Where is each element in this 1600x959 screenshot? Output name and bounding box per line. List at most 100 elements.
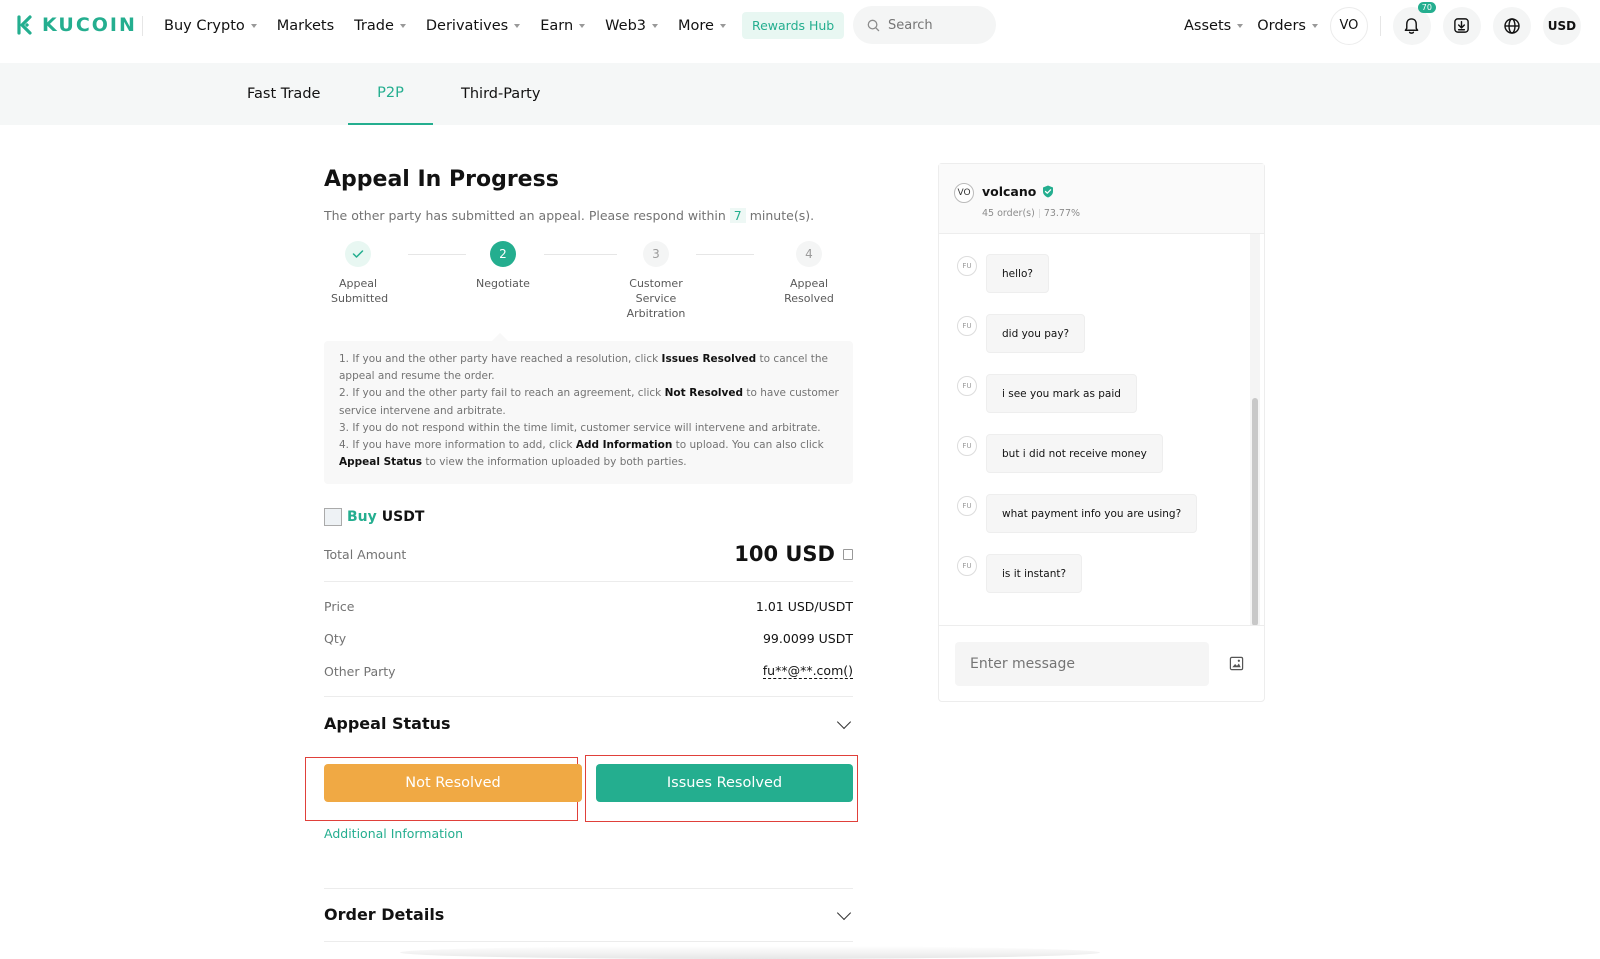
sender-avatar: FU bbox=[957, 256, 977, 276]
search-icon bbox=[867, 19, 880, 31]
search-box[interactable] bbox=[853, 6, 996, 44]
nav-label: Web3 bbox=[605, 17, 646, 34]
chat-message: FU but i did not receive money bbox=[957, 434, 1163, 473]
step-connector bbox=[544, 254, 617, 255]
order-side-heading: Buy USDT bbox=[324, 508, 424, 526]
top-navigation: KUCOIN Buy Crypto Markets Trade Derivati… bbox=[0, 0, 1600, 51]
nav-markets[interactable]: Markets bbox=[277, 18, 334, 34]
divider bbox=[324, 696, 853, 697]
tab-p2p[interactable]: P2P bbox=[348, 63, 433, 125]
nav-earn[interactable]: Earn bbox=[540, 17, 586, 34]
countdown-minutes: 7 bbox=[729, 208, 746, 223]
user-avatar-button[interactable]: VO bbox=[1329, 6, 1368, 45]
download-icon bbox=[1454, 18, 1470, 33]
order-details-toggle[interactable]: Order Details bbox=[324, 905, 853, 929]
qty-label: Qty bbox=[324, 630, 347, 646]
other-party-label: Other Party bbox=[324, 663, 396, 679]
step-label: Customer Service Arbitration bbox=[626, 277, 686, 320]
logo-text: KUCOIN bbox=[42, 14, 137, 36]
message-bubble: what payment info you are using? bbox=[986, 494, 1198, 533]
qty-row: Qty 99.0099 USDT bbox=[324, 628, 853, 648]
nav-assets[interactable]: Assets bbox=[1184, 17, 1244, 34]
section-title: Appeal Status bbox=[324, 714, 451, 733]
sender-avatar: FU bbox=[957, 496, 977, 516]
chat-header: VO volcano 45 order(s) 73.77% bbox=[939, 164, 1264, 234]
notifications-button[interactable]: 70 bbox=[1392, 1, 1436, 45]
chat-panel: VO volcano 45 order(s) 73.77% FU hello? F… bbox=[938, 163, 1265, 702]
tab-fast-trade[interactable]: Fast Trade bbox=[247, 63, 320, 125]
appeal-status-toggle[interactable]: Appeal Status bbox=[324, 714, 853, 738]
globe-icon bbox=[1504, 17, 1520, 34]
price-label: Price bbox=[324, 598, 355, 614]
notification-count-badge: 70 bbox=[1417, 1, 1436, 13]
price-value: 1.01 USD/USDT bbox=[755, 598, 853, 614]
message-bubble: did you pay? bbox=[986, 314, 1086, 353]
step-label: Appeal Resolved bbox=[784, 277, 834, 305]
nav-trade[interactable]: Trade bbox=[354, 18, 406, 34]
order-side: Buy bbox=[347, 509, 377, 525]
sender-avatar: FU bbox=[957, 556, 977, 576]
copy-icon[interactable] bbox=[843, 548, 853, 560]
bell-icon bbox=[1405, 17, 1419, 34]
message-input[interactable] bbox=[955, 642, 1209, 686]
nav-orders[interactable]: Orders bbox=[1257, 18, 1318, 34]
step-number: 2 bbox=[490, 241, 516, 267]
step-appeal-resolved: 4 Appeal Resolved bbox=[764, 241, 854, 306]
nav-buy-crypto[interactable]: Buy Crypto bbox=[164, 18, 257, 34]
completion-rate: 73.77% bbox=[1043, 208, 1081, 219]
issues-resolved-button[interactable]: Issues Resolved bbox=[596, 764, 853, 802]
instruction-4: 4. If you have more information to add, … bbox=[339, 437, 839, 471]
rewards-hub-button[interactable]: Rewards Hub bbox=[741, 12, 845, 39]
search-input[interactable] bbox=[888, 17, 978, 33]
pointer-arrow bbox=[492, 333, 508, 341]
caret-down-icon bbox=[652, 23, 658, 28]
nav-label: Earn bbox=[540, 17, 574, 34]
subtitle-text: minute(s). bbox=[749, 208, 815, 223]
instruction-keyword: Not Resolved bbox=[664, 387, 744, 400]
chat-message: FU what payment info you are using? bbox=[957, 494, 1198, 533]
nav-label: Assets bbox=[1184, 17, 1232, 34]
appeal-instructions: 1. If you and the other party have reach… bbox=[324, 333, 853, 484]
order-count: 45 order(s) bbox=[982, 208, 1035, 219]
chat-message: FU i see you mark as paid bbox=[957, 374, 1137, 413]
instruction-text: 1. If you and the other party have reach… bbox=[339, 353, 662, 365]
chat-message: FU hello? bbox=[957, 254, 1049, 293]
caret-down-icon bbox=[579, 23, 586, 28]
divider bbox=[324, 941, 853, 942]
message-list[interactable]: FU hello? FU did you pay? FU i see you m… bbox=[939, 234, 1264, 625]
caret-down-icon bbox=[399, 23, 406, 28]
chat-message: FU did you pay? bbox=[957, 314, 1086, 353]
instruction-2: 2. If you and the other party fail to re… bbox=[339, 385, 839, 419]
other-party-value[interactable]: fu**@**.com() bbox=[762, 663, 853, 679]
appeal-stepper: Appeal Submitted 2 Negotiate 3 Customer … bbox=[324, 241, 853, 331]
additional-information-link[interactable]: Additional Information bbox=[324, 826, 463, 841]
total-amount-label: Total Amount bbox=[324, 546, 407, 562]
nav-more[interactable]: More bbox=[678, 18, 726, 34]
language-button[interactable] bbox=[1492, 6, 1531, 45]
nav-web3[interactable]: Web3 bbox=[605, 18, 658, 34]
message-bubble: hello? bbox=[986, 254, 1049, 293]
message-bubble: but i did not receive money bbox=[986, 434, 1163, 473]
nav-derivatives[interactable]: Derivatives bbox=[425, 17, 521, 34]
instruction-text: 4. If you have more information to add, … bbox=[339, 439, 576, 452]
sender-avatar: FU bbox=[957, 436, 977, 456]
scrollbar-thumb[interactable] bbox=[1252, 398, 1258, 626]
sender-avatar: FU bbox=[957, 316, 977, 336]
nav-label: Derivatives bbox=[425, 17, 509, 34]
tab-third-party[interactable]: Third-Party bbox=[461, 63, 540, 125]
subtitle-text: The other party has submitted an appeal.… bbox=[324, 208, 726, 223]
step-negotiate: 2 Negotiate bbox=[458, 241, 548, 291]
counterparty-stats: 45 order(s) 73.77% bbox=[982, 208, 1080, 219]
step-number: 4 bbox=[796, 241, 822, 267]
not-resolved-button[interactable]: Not Resolved bbox=[324, 764, 582, 802]
nav-label: Buy Crypto bbox=[164, 17, 245, 34]
image-upload-icon[interactable] bbox=[1229, 656, 1244, 671]
kucoin-logo[interactable]: KUCOIN bbox=[12, 13, 137, 37]
instruction-text: to view the information uploaded by both… bbox=[422, 456, 687, 469]
currency-button[interactable]: USD bbox=[1542, 6, 1581, 45]
step-label: Appeal Submitted bbox=[331, 277, 389, 305]
step-appeal-submitted: Appeal Submitted bbox=[313, 241, 403, 306]
download-button[interactable] bbox=[1442, 6, 1481, 45]
nav-label: Markets bbox=[276, 17, 335, 34]
nav-label: More bbox=[678, 17, 714, 34]
